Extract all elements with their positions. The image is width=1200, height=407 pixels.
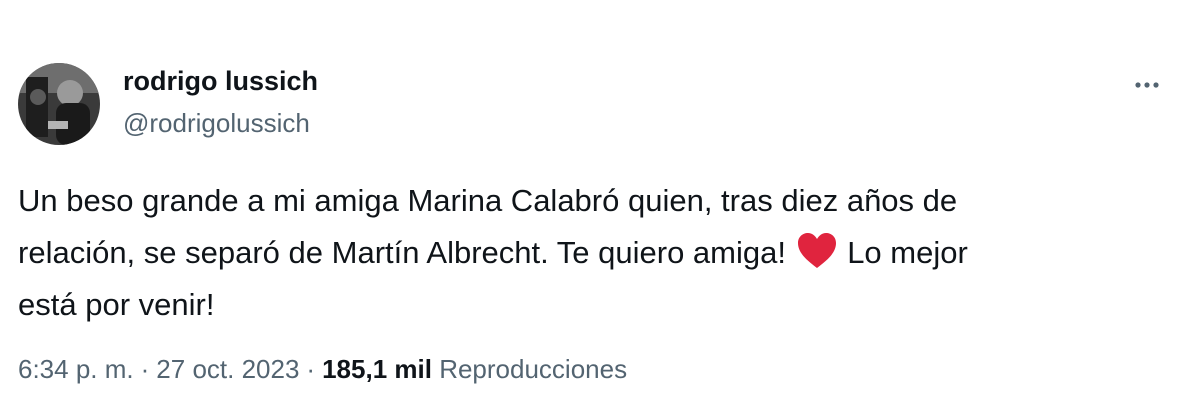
tweet: rodrigo lussich @rodrigolussich Un beso … <box>0 0 1200 407</box>
tweet-time[interactable]: 6:34 p. m. <box>18 354 134 384</box>
tweet-metadata: 6:34 p. m. · 27 oct. 2023 · 185,1 mil Reprod… <box>18 354 627 385</box>
red-heart-icon <box>796 232 838 270</box>
avatar[interactable] <box>18 63 100 145</box>
author-handle[interactable]: @rodrigolussich <box>123 108 310 139</box>
views-label: Reproducciones <box>439 354 628 384</box>
profile-photo-icon <box>18 63 100 145</box>
separator: · <box>306 354 316 384</box>
separator: · <box>140 354 150 384</box>
views-count: 185,1 mil <box>322 354 432 384</box>
more-options-button[interactable] <box>1126 70 1168 100</box>
tweet-text: Un beso grande a mi amiga Marina Calabró… <box>18 175 1168 331</box>
ellipsis-icon <box>1135 82 1159 88</box>
author-display-name[interactable]: rodrigo lussich <box>123 66 318 97</box>
tweet-date[interactable]: 27 oct. 2023 <box>156 354 299 384</box>
